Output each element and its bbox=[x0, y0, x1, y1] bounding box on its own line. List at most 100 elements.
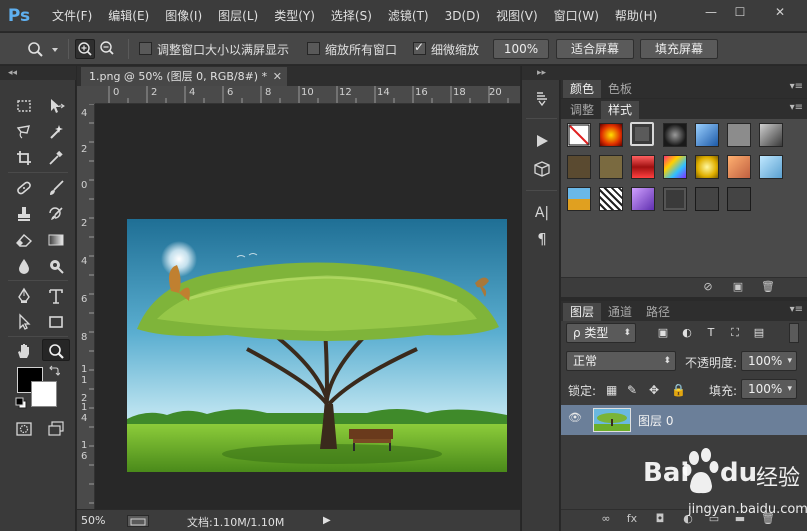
zoom-level[interactable]: 50% bbox=[81, 514, 105, 527]
style-swatch[interactable] bbox=[663, 155, 687, 179]
layer-name[interactable]: 图层 0 bbox=[638, 412, 673, 429]
style-swatch-selected[interactable] bbox=[630, 122, 654, 146]
style-swatch[interactable] bbox=[695, 155, 719, 179]
style-swatch[interactable] bbox=[727, 187, 751, 211]
brush-tool[interactable] bbox=[42, 177, 70, 199]
magic-wand-tool[interactable] bbox=[42, 121, 70, 143]
filter-pixel-icon[interactable]: ▣ bbox=[655, 325, 671, 341]
strip-collapse[interactable]: ▸▸ bbox=[522, 66, 561, 80]
blend-mode-dropdown[interactable]: 正常 ⬍ bbox=[566, 351, 676, 371]
character-panel-button[interactable]: A| bbox=[530, 202, 554, 224]
scrubby-zoom-checkbox[interactable] bbox=[413, 40, 426, 55]
minimize-button[interactable]: — bbox=[700, 3, 722, 21]
menu-layer[interactable]: 图层(L) bbox=[210, 0, 266, 32]
fit-screen-button[interactable]: 适合屏幕 bbox=[556, 39, 634, 59]
lock-position-icon[interactable]: ✥ bbox=[649, 383, 659, 397]
lock-pixels-brush-icon[interactable]: ✎ bbox=[627, 383, 637, 397]
fill-screen-button[interactable]: 填充屏幕 bbox=[640, 39, 718, 59]
tab-layers[interactable]: 图层 bbox=[563, 303, 602, 321]
path-selection-tool[interactable] bbox=[10, 311, 38, 333]
lock-transparent-icon[interactable]: ▦ bbox=[606, 383, 617, 397]
style-swatch[interactable] bbox=[695, 187, 719, 211]
filter-adjustment-icon[interactable]: ◐ bbox=[679, 325, 695, 341]
lasso-tool[interactable] bbox=[10, 121, 38, 143]
style-swatch[interactable] bbox=[759, 155, 783, 179]
layer-visibility-eye-icon[interactable]: 👁 bbox=[568, 411, 582, 424]
menu-filter[interactable]: 滤镜(T) bbox=[380, 0, 437, 32]
document-tab-close-button[interactable]: ✕ bbox=[273, 67, 282, 86]
style-swatch[interactable] bbox=[567, 155, 591, 179]
style-swatch[interactable] bbox=[663, 123, 687, 147]
history-brush-tool[interactable] bbox=[42, 203, 70, 225]
clone-stamp-tool[interactable] bbox=[10, 203, 38, 225]
close-button[interactable]: ✕ bbox=[760, 3, 800, 21]
style-swatch[interactable] bbox=[567, 187, 591, 211]
new-style-icon[interactable]: ▣ bbox=[729, 280, 747, 293]
style-swatch[interactable] bbox=[599, 155, 623, 179]
fill-input[interactable]: 100% ▾ bbox=[741, 379, 797, 399]
clear-style-icon[interactable]: ⊘ bbox=[699, 280, 717, 293]
style-swatch[interactable] bbox=[631, 187, 655, 211]
zoom-in-button[interactable] bbox=[75, 39, 95, 59]
zoom-all-windows-checkbox[interactable] bbox=[307, 42, 320, 55]
opacity-input[interactable]: 100% ▾ bbox=[741, 351, 797, 371]
filter-shape-icon[interactable]: ⛶ bbox=[727, 325, 743, 341]
tab-channels[interactable]: 通道 bbox=[601, 303, 639, 321]
tab-swatches[interactable]: 色板 bbox=[601, 80, 639, 98]
style-swatch[interactable] bbox=[759, 123, 783, 147]
actual-pixels-button[interactable]: 100% bbox=[493, 39, 549, 59]
document-tab[interactable]: 1.png @ 50% (图层 0, RGB/8#) * ✕ bbox=[81, 67, 287, 86]
pen-tool[interactable] bbox=[10, 285, 38, 307]
ruler-origin[interactable] bbox=[77, 86, 95, 104]
style-swatch[interactable] bbox=[727, 155, 751, 179]
tab-styles[interactable]: 样式 bbox=[601, 101, 640, 119]
menu-edit[interactable]: 编辑(E) bbox=[100, 0, 157, 32]
color-panel-menu-button[interactable]: ▾≡ bbox=[790, 81, 803, 92]
status-menu-arrow[interactable]: ▶ bbox=[323, 515, 331, 526]
eraser-tool[interactable] bbox=[10, 229, 38, 251]
styles-panel-menu-button[interactable]: ▾≡ bbox=[790, 102, 803, 113]
tab-adjustments[interactable]: 调整 bbox=[563, 101, 601, 119]
menu-image[interactable]: 图像(I) bbox=[157, 0, 210, 32]
filter-smart-object-icon[interactable]: ▤ bbox=[751, 325, 767, 341]
menu-view[interactable]: 视图(V) bbox=[488, 0, 546, 32]
menu-file[interactable]: 文件(F) bbox=[44, 0, 100, 32]
lock-all-icon[interactable]: 🔒 bbox=[671, 383, 686, 397]
style-swatch[interactable] bbox=[599, 187, 623, 211]
document-image-tree-landscape[interactable] bbox=[127, 219, 507, 472]
style-swatch[interactable] bbox=[663, 187, 687, 211]
dodge-tool[interactable] bbox=[42, 255, 70, 277]
menu-3d[interactable]: 3D(D) bbox=[437, 0, 488, 32]
paragraph-panel-button[interactable]: ¶ bbox=[530, 228, 554, 250]
layer-effects-icon[interactable]: fx bbox=[623, 512, 641, 525]
menu-help[interactable]: 帮助(H) bbox=[607, 0, 665, 32]
tool-preset-picker[interactable] bbox=[26, 41, 62, 57]
tab-color[interactable]: 颜色 bbox=[563, 80, 602, 98]
vertical-ruler[interactable]: 4 2 0 2 4 6 8 1 1 2 1 4 1 6 bbox=[77, 104, 95, 509]
resize-window-checkbox[interactable] bbox=[139, 42, 152, 55]
menu-window[interactable]: 窗口(W) bbox=[546, 0, 607, 32]
tools-panel-collapse[interactable]: ◂◂ bbox=[0, 66, 76, 80]
tab-paths[interactable]: 路径 bbox=[639, 303, 677, 321]
menu-select[interactable]: 选择(S) bbox=[323, 0, 380, 32]
delete-style-icon[interactable]: 🗑 bbox=[759, 280, 777, 293]
background-color-swatch[interactable] bbox=[31, 381, 57, 407]
status-preview-button[interactable] bbox=[127, 515, 149, 527]
move-tool[interactable] bbox=[42, 95, 70, 117]
swap-colors-button[interactable] bbox=[48, 365, 61, 377]
type-tool[interactable] bbox=[42, 285, 70, 307]
layer-row-selected[interactable]: 👁 图层 0 bbox=[561, 405, 807, 435]
rectangle-tool[interactable] bbox=[42, 311, 70, 333]
style-swatch[interactable] bbox=[631, 155, 655, 179]
filter-type-icon[interactable]: T bbox=[703, 325, 719, 341]
actions-panel-button[interactable] bbox=[530, 132, 554, 154]
marquee-tool[interactable] bbox=[10, 95, 38, 117]
screen-mode-button[interactable] bbox=[42, 418, 70, 440]
hand-tool[interactable] bbox=[10, 340, 38, 362]
style-swatch[interactable] bbox=[727, 123, 751, 147]
3d-panel-button[interactable] bbox=[530, 160, 554, 182]
crop-tool[interactable] bbox=[10, 147, 38, 169]
menu-type[interactable]: 类型(Y) bbox=[266, 0, 323, 32]
eyedropper-tool[interactable] bbox=[42, 147, 70, 169]
layers-panel-menu-button[interactable]: ▾≡ bbox=[790, 304, 803, 315]
